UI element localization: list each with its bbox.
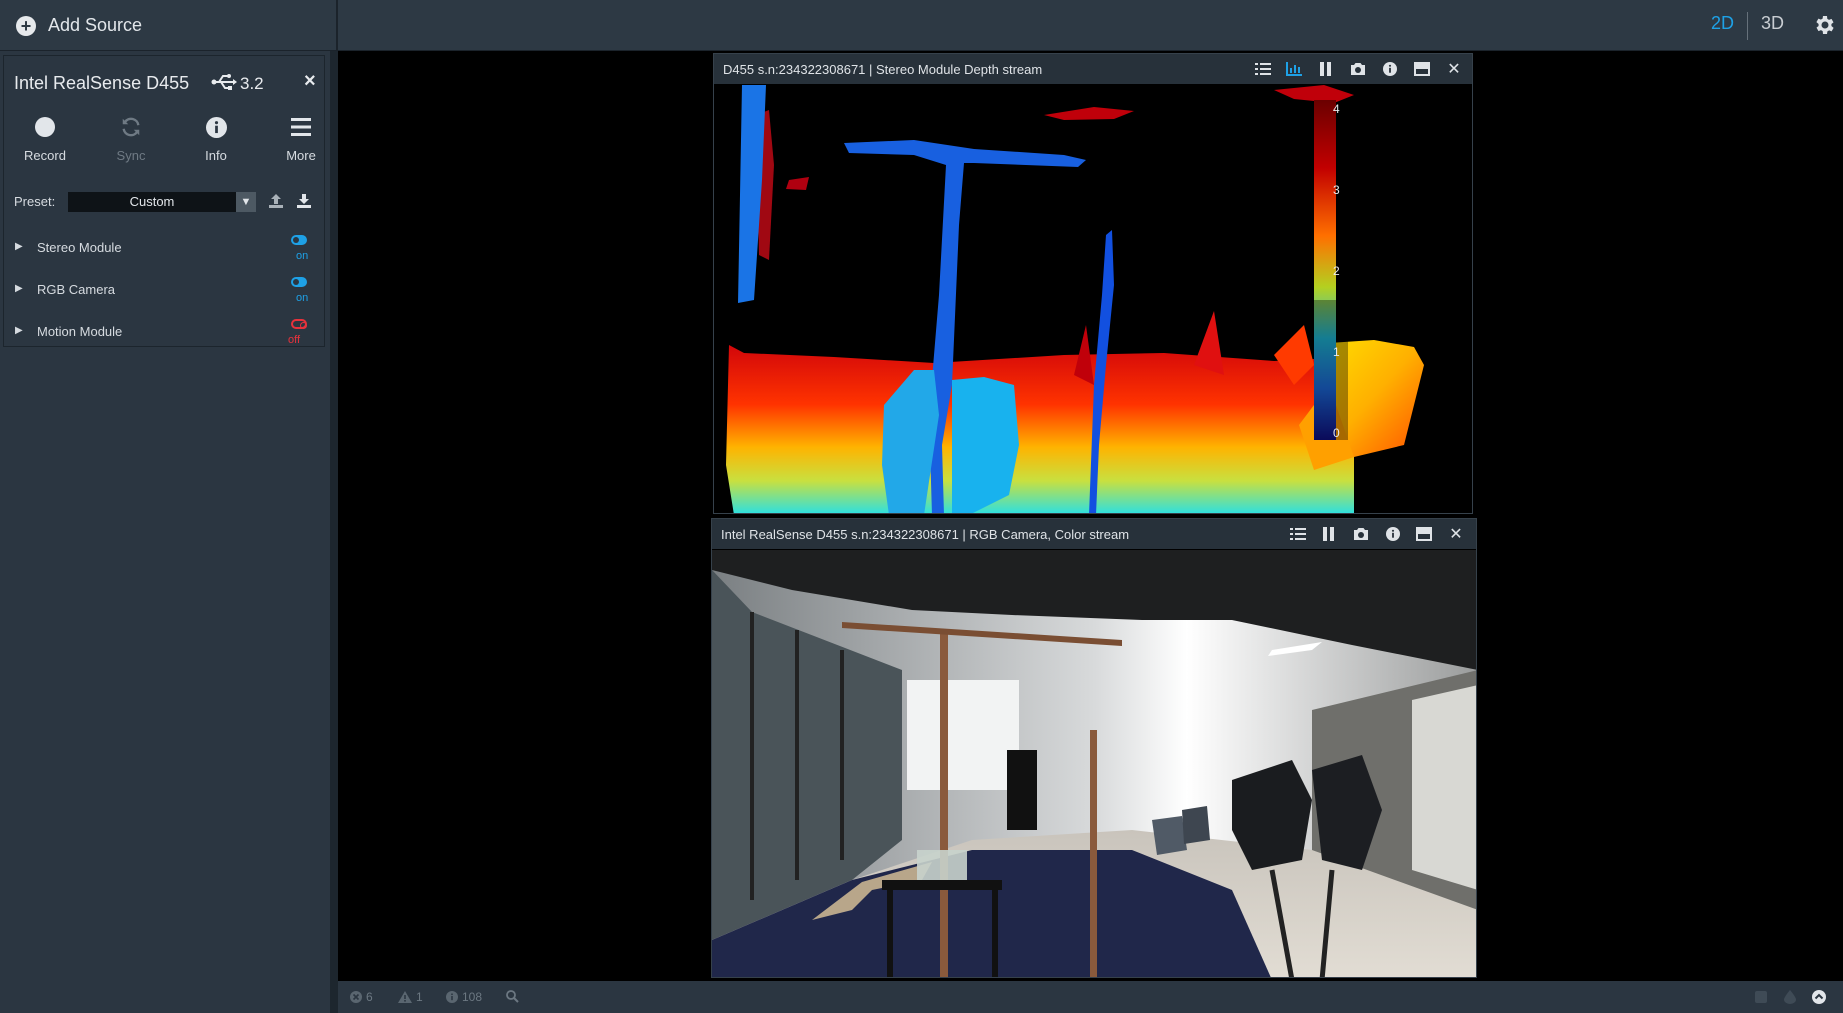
- info-label: Info: [205, 148, 227, 163]
- preset-value: Custom: [129, 194, 175, 209]
- warning-icon: [398, 991, 412, 1003]
- info-icon[interactable]: [1384, 525, 1402, 543]
- expand-arrow-icon[interactable]: ▶: [15, 283, 23, 294]
- office-camera-image: [712, 550, 1476, 977]
- stream-title-bar: Intel RealSense D455 s.n:234322308671 | …: [712, 519, 1476, 549]
- download-icon[interactable]: [296, 193, 312, 209]
- list-settings-icon[interactable]: [1254, 60, 1272, 78]
- module-name: Stereo Module: [37, 240, 122, 255]
- chevron-up-icon[interactable]: [1812, 990, 1826, 1004]
- color-image: [712, 550, 1476, 977]
- top-toolbar: + Add Source 2D 3D: [0, 0, 1843, 51]
- layers-icon[interactable]: [1754, 990, 1768, 1004]
- info-icon: [446, 991, 458, 1003]
- module-row-rgb[interactable]: ▶ RGB Camera on: [4, 274, 324, 314]
- close-device-button[interactable]: ×: [304, 70, 316, 93]
- stream-title: Intel RealSense D455 s.n:234322308671 | …: [721, 527, 1130, 542]
- module-row-stereo[interactable]: ▶ Stereo Module on: [4, 232, 324, 272]
- device-sidebar: Intel RealSense D455 3.2 × Record Sync I…: [0, 51, 330, 1013]
- plus-circle-icon: +: [16, 15, 36, 36]
- stream-title-bar: D455 s.n:234322308671 | Stereo Module De…: [714, 54, 1472, 84]
- error-icon: [350, 991, 362, 1003]
- record-button[interactable]: Record: [10, 114, 80, 163]
- view-separator: [1747, 12, 1748, 40]
- status-bar: 6 1 108: [338, 981, 1843, 1013]
- depth-colormap-image: 4 3 2 1 0: [714, 85, 1472, 513]
- chevron-down-icon[interactable]: ▼: [236, 192, 256, 212]
- module-toggle[interactable]: [291, 277, 307, 287]
- info-count-value: 108: [462, 990, 483, 1004]
- device-card: Intel RealSense D455 3.2 × Record Sync I…: [3, 55, 325, 347]
- panel-splitter[interactable]: [330, 51, 338, 1013]
- warning-count[interactable]: 1: [398, 990, 423, 1004]
- search-icon[interactable]: [506, 990, 519, 1003]
- color-stream-window: Intel RealSense D455 s.n:234322308671 | …: [711, 518, 1477, 978]
- module-name: Motion Module: [37, 324, 123, 339]
- usb-version: 3.2: [240, 74, 264, 93]
- gear-icon[interactable]: [1812, 13, 1836, 37]
- colormap-tick: 4: [1333, 102, 1340, 116]
- depth-stream-window: D455 s.n:234322308671 | Stereo Module De…: [713, 53, 1473, 514]
- camera-snapshot-icon[interactable]: [1349, 60, 1367, 78]
- info-icon: [205, 116, 227, 138]
- add-source-label: Add Source: [48, 15, 143, 35]
- close-stream-icon[interactable]: ✕: [1447, 525, 1465, 543]
- add-source-button[interactable]: + Add Source: [0, 0, 338, 51]
- view-3d-button[interactable]: 3D: [1761, 13, 1784, 34]
- sync-label: Sync: [116, 148, 146, 163]
- stream-title: D455 s.n:234322308671 | Stereo Module De…: [723, 62, 1043, 77]
- info-button[interactable]: Info: [181, 114, 251, 163]
- warning-count-value: 1: [416, 990, 423, 1004]
- module-state: on: [296, 292, 309, 304]
- preset-dropdown[interactable]: Custom ▼: [68, 192, 256, 212]
- info-count[interactable]: 108: [446, 990, 482, 1004]
- device-name: Intel RealSense D455: [14, 73, 190, 93]
- usb-icon: [211, 74, 237, 90]
- preset-label: Preset:: [14, 194, 56, 209]
- upload-icon[interactable]: [268, 193, 284, 209]
- depth-image: 4 3 2 1 0: [714, 85, 1472, 513]
- sync-icon: [122, 117, 140, 137]
- metrics-chart-icon[interactable]: [1285, 60, 1303, 78]
- expand-arrow-icon[interactable]: ▶: [15, 241, 23, 252]
- pause-icon[interactable]: [1317, 60, 1335, 78]
- view-2d-button[interactable]: 2D: [1711, 13, 1734, 34]
- colormap-tick: 0: [1333, 426, 1340, 440]
- module-state: off: [288, 334, 301, 346]
- hamburger-menu-icon: [291, 118, 311, 136]
- error-count[interactable]: 6: [350, 990, 373, 1004]
- colormap-tick: 3: [1333, 183, 1340, 197]
- droplet-icon[interactable]: [1784, 990, 1796, 1004]
- record-label: Record: [24, 148, 66, 163]
- colormap-tick: 2: [1333, 264, 1340, 278]
- close-stream-icon[interactable]: ✕: [1445, 60, 1463, 78]
- module-row-motion[interactable]: ▶ Motion Module off: [4, 316, 324, 356]
- module-toggle[interactable]: [291, 319, 307, 329]
- module-toggle[interactable]: [291, 235, 307, 245]
- info-icon[interactable]: [1381, 60, 1399, 78]
- pause-icon[interactable]: [1320, 525, 1338, 543]
- sync-button[interactable]: Sync: [96, 114, 166, 163]
- module-name: RGB Camera: [37, 282, 116, 297]
- expand-arrow-icon[interactable]: ▶: [15, 325, 23, 336]
- minimize-window-icon[interactable]: [1415, 525, 1433, 543]
- more-button[interactable]: More: [266, 114, 336, 163]
- module-state: on: [296, 250, 309, 262]
- list-settings-icon[interactable]: [1289, 525, 1307, 543]
- record-icon: [35, 117, 55, 137]
- camera-snapshot-icon[interactable]: [1352, 525, 1370, 543]
- minimize-window-icon[interactable]: [1413, 60, 1431, 78]
- more-label: More: [286, 148, 316, 163]
- colormap-tick: 1: [1333, 345, 1340, 359]
- error-count-value: 6: [366, 990, 373, 1004]
